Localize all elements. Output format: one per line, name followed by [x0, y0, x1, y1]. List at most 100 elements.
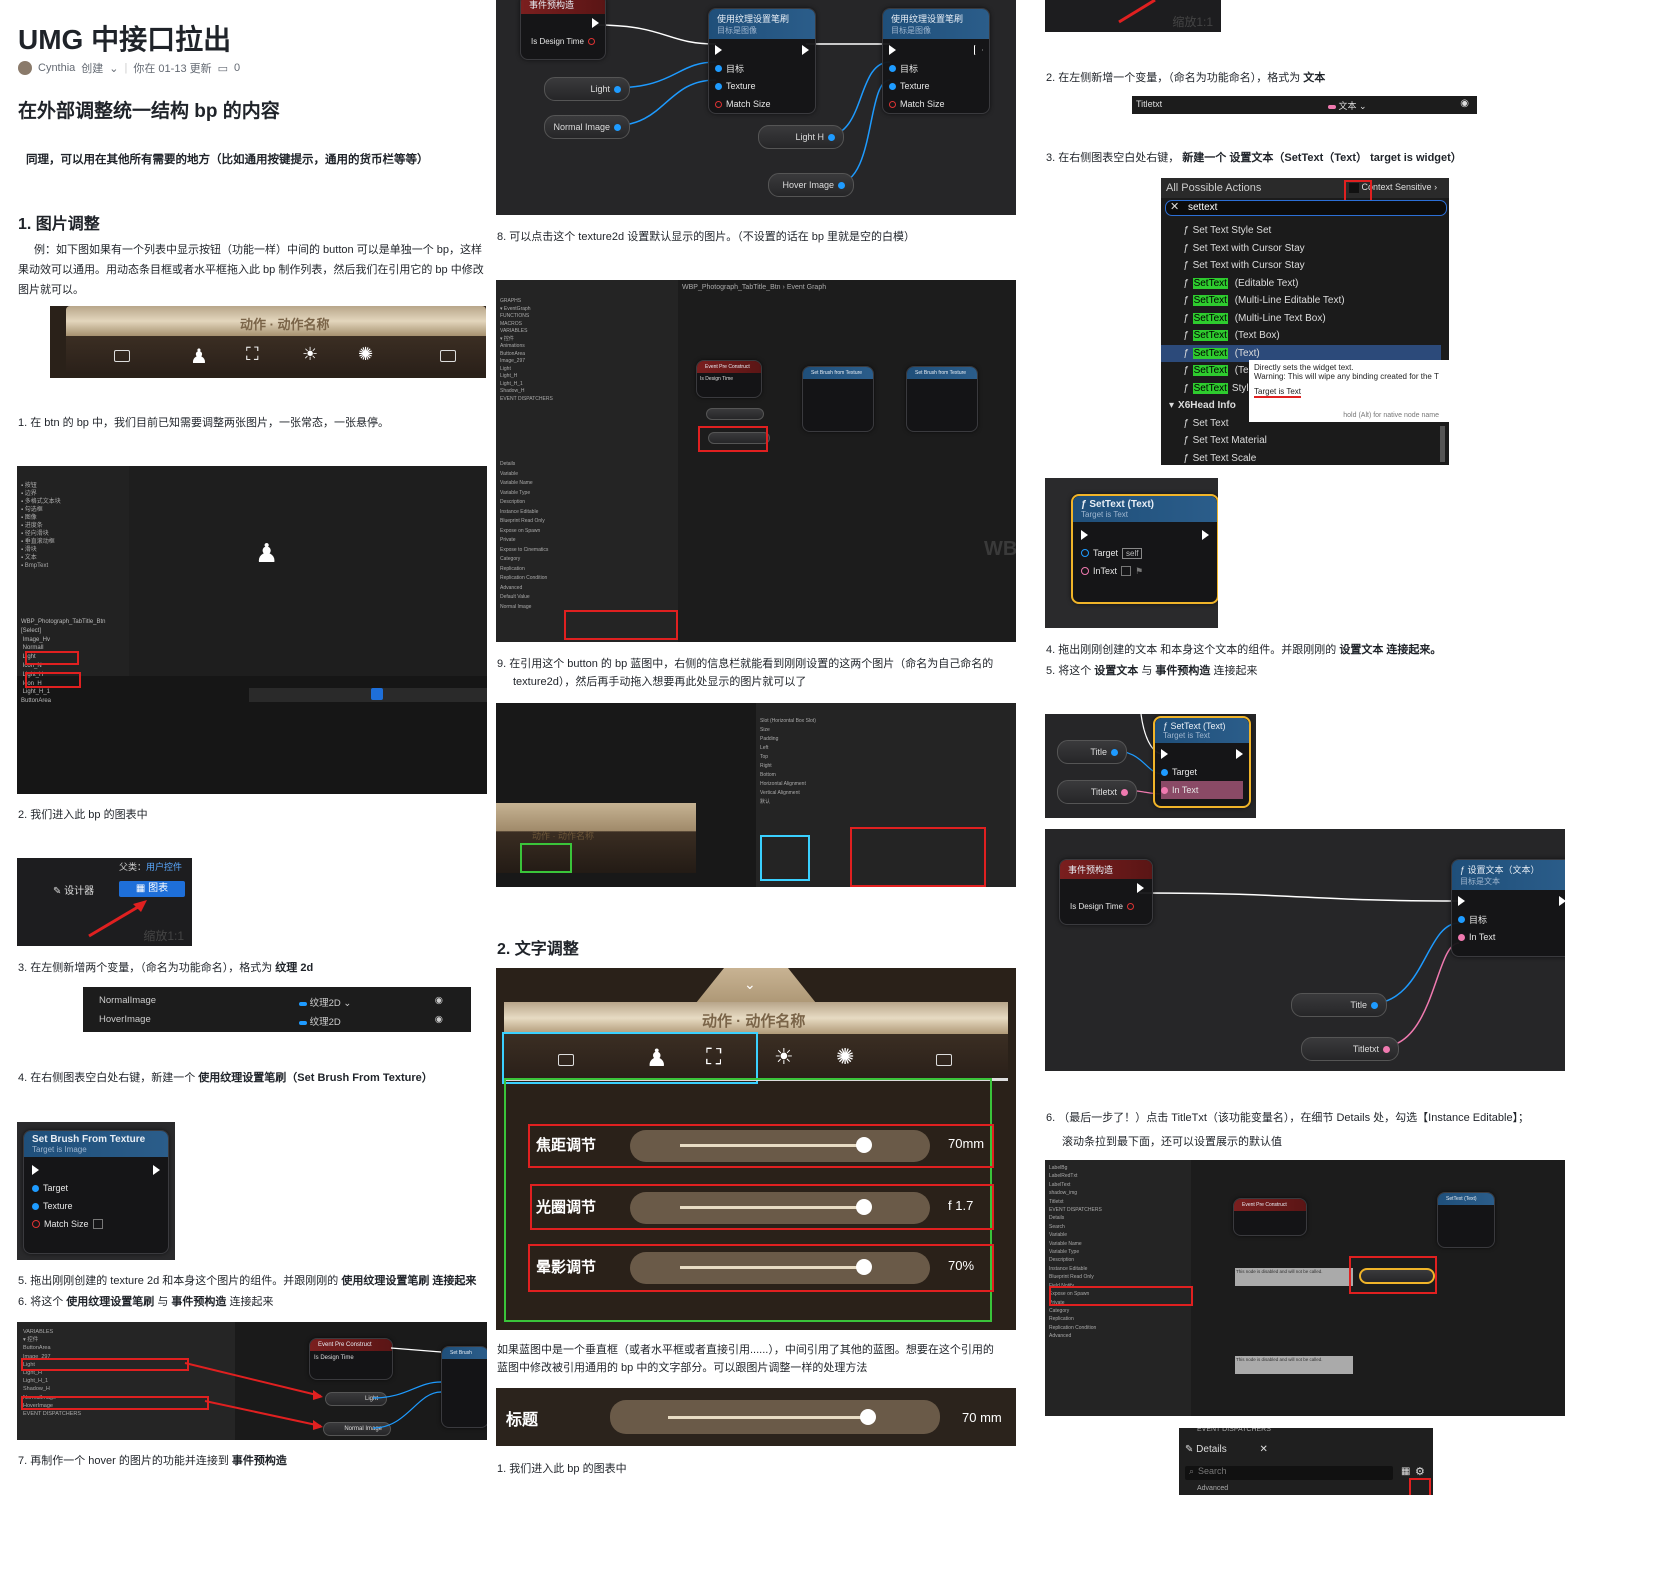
s1-step7: 7. 再制作一个 hover 的图片的功能并连接到 事件预构造: [18, 1455, 287, 1467]
tab-graph[interactable]: ▦ 图表: [119, 881, 185, 897]
title-settext-connect-screenshot: Title Titletxt ƒ SetText (Text) Target is…: [1045, 714, 1256, 818]
gear-icon[interactable]: ⚙: [1415, 1465, 1425, 1478]
use-texture-node-2[interactable]: 使用纹理设置笔刷 目标是图像 目标 Texture Match Size: [882, 8, 990, 114]
type-dropdown[interactable]: 文本 ⌄: [1328, 99, 1367, 112]
person-icon[interactable]: ♟: [190, 344, 208, 369]
light-icon[interactable]: ☀: [774, 1044, 794, 1070]
settext-node-small[interactable]: ƒ SetText (Text) Target is Text Target In…: [1153, 716, 1251, 808]
light-var-top[interactable]: Light: [544, 77, 630, 101]
eye-icon[interactable]: ◉: [1460, 98, 1469, 109]
zoom-label: 缩放1:1: [1172, 15, 1213, 29]
list-item[interactable]: ƒ SetText (Editable Text): [1161, 275, 1441, 293]
section2-heading: 2. 文字调整: [497, 941, 579, 958]
event-pre-construct-mini-2[interactable]: Event Pre Construct: [1233, 1198, 1307, 1236]
parent-label: 父类：: [118, 862, 146, 872]
list-item[interactable]: ƒ Set Text Scale: [1161, 450, 1441, 466]
graph-tab-crop-screenshot: 缩放1:1: [1045, 0, 1221, 32]
highlight-normal-image-node: [698, 426, 768, 452]
person-icon[interactable]: ♟: [646, 1044, 668, 1073]
set-brush-node[interactable]: Set Brush From Texture Target is Image Ta…: [23, 1130, 169, 1254]
use-texture-node-1[interactable]: 使用纹理设置笔刷 目标是图像 目标 Texture Match Size: [708, 8, 816, 114]
titletxt-var-node[interactable]: Titletxt: [1057, 780, 1137, 804]
event-pre-construct-mini[interactable]: Event Pre Construct Is Design Time: [696, 360, 762, 398]
title-value: 70 mm: [962, 1410, 1002, 1425]
list-item[interactable]: ƒ SetText (Text Box): [1161, 327, 1441, 345]
event-preconstruct-node-right[interactable]: 事件预构造 Is Design Time: [1059, 859, 1153, 925]
s1-step2: 2. 我们进入此 bp 的图表中: [18, 809, 148, 821]
highlight-light-h: [25, 672, 81, 688]
details-tab[interactable]: ✎ Details ✕: [1185, 1444, 1268, 1455]
set-brush-mini-1[interactable]: Set Brush from Texture: [802, 366, 874, 432]
light-h-var-top[interactable]: Light H: [758, 125, 844, 149]
settext-node-screenshot: ƒ SetText (Text) Target is Text Target sel…: [1045, 478, 1218, 628]
eye-icon[interactable]: ◉: [435, 995, 443, 1006]
author-name[interactable]: Cynthia: [38, 62, 75, 74]
light-var-mini[interactable]: [706, 408, 764, 420]
title-var-node-large[interactable]: Title: [1291, 993, 1387, 1017]
blueprint-graph-top: 事件预构造 Is Design Time 使用纹理设置笔刷 目标是图像 目标 Te…: [496, 0, 1016, 215]
s1-step3: 3. 在左侧新增两个变量，（命名为功能命名），格式为 纹理 2d: [18, 962, 314, 974]
chevron-down-icon[interactable]: ⌄: [744, 976, 756, 993]
aperture-icon[interactable]: ✺: [836, 1044, 854, 1070]
tab-designer[interactable]: ✎ 设计器: [53, 882, 94, 897]
s1-step6: 6. 将这个 使用纹理设置笔刷 与 事件预构造 连接起来: [18, 1296, 274, 1308]
slider-panel-screenshot: ⌄ 动作 · 动作名称 ♟ ⛶ ☀ ✺ 焦距调节 70mm 光圈调节 f 1.7…: [496, 968, 1016, 1330]
avatar[interactable]: [18, 61, 32, 75]
highlight-texture-slots: [850, 827, 986, 887]
var-row-normal[interactable]: NormalImage 纹理2D ⌄ ◉: [83, 995, 471, 1011]
game-bar-image: 动作 · 动作名称 ♟ ⛶ ☀ ✺: [50, 306, 486, 378]
key-hint-icon-right: [440, 350, 456, 362]
grid-icon[interactable]: ▦: [1401, 1466, 1410, 1477]
set-brush-mini-2[interactable]: Set Brush from Texture: [906, 366, 978, 432]
event-preconstruct-node-top[interactable]: 事件预构造 Is Design Time: [520, 0, 606, 60]
instance-editable-screenshot: LabelBg LabelRedTxt LabelText shadow_img Tit…: [1045, 1160, 1565, 1416]
section1-heading: 1. 图片调整: [18, 216, 100, 233]
subtitle-heading: 在外部调整统一结构 bp 的内容: [18, 101, 280, 122]
s2-step6: 6. （最后一步了！）点击 TitleTxt（该功能变量名），在细节 Detai…: [1046, 1112, 1530, 1148]
var-row-hover[interactable]: HoverImage 纹理2D ◉: [83, 1014, 471, 1030]
all-actions-title: All Possible Actions: [1166, 182, 1262, 194]
settext-node[interactable]: ƒ SetText (Text) Target is Text Target sel…: [1071, 494, 1218, 604]
list-item[interactable]: ƒ Set Text Style Set: [1161, 222, 1441, 240]
eye-icon[interactable]: ◉: [435, 1014, 443, 1025]
tooltip: Directly sets the widget text. Warning: …: [1249, 360, 1449, 422]
game-title-small: 动作 · 动作名称: [532, 831, 594, 841]
key-hint-icon: [558, 1054, 574, 1066]
section1-para: 例：如下图如果有一个列表中显示按钮（功能一样）中间的 button 可以是单独一…: [18, 244, 484, 296]
parent-value[interactable]: 用户控件: [146, 862, 182, 872]
settext-mini[interactable]: SetText (Text): [1437, 1192, 1495, 1248]
zoom-label: 缩放1:1: [143, 929, 184, 943]
comment-count[interactable]: 0: [234, 62, 240, 74]
key-hint-icon: [114, 350, 130, 362]
preconstruct-settext-screenshot: 事件预构造 Is Design Time ƒ 设置文本（文本） 目标是文本 目标 …: [1045, 829, 1565, 1071]
focus-icon[interactable]: ⛶: [246, 344, 259, 365]
highlight-icon-slot: [520, 843, 572, 873]
game-title-large: 动作 · 动作名称: [702, 1013, 806, 1030]
all-actions-menu-screenshot: All Possible Actions Context Sensitive ›…: [1161, 178, 1449, 465]
list-item[interactable]: ƒ Set Text with Cursor Stay: [1161, 257, 1441, 275]
comment-icon[interactable]: ▭: [218, 62, 228, 75]
settext-node-cn[interactable]: ƒ 设置文本（文本） 目标是文本 目标 In Text: [1451, 859, 1565, 957]
aperture-icon[interactable]: ✺: [358, 344, 373, 365]
list-item[interactable]: ƒ Set Text Material: [1161, 432, 1441, 450]
hover-image-var-top[interactable]: Hover Image: [768, 173, 854, 197]
chevron-down-icon[interactable]: ⌄: [109, 62, 118, 75]
title-label: 标题: [506, 1412, 539, 1429]
focus-icon[interactable]: ⛶: [706, 1044, 721, 1070]
titletxt-var-node-large[interactable]: Titletxt: [1301, 1037, 1399, 1061]
list-item[interactable]: ƒ SetText (Multi-Line Editable Text): [1161, 292, 1441, 310]
details-search-input[interactable]: ⌕ Search: [1185, 1466, 1393, 1480]
s1-step8: 8. 可以点击这个 texture2d 设置默认显示的图片。（不设置的话在 bp…: [497, 231, 916, 243]
meta-row: Cynthia 创建 ⌄ | 你在 01-13 更新 ▭ 0: [18, 60, 240, 76]
slider-thumb[interactable]: [860, 1409, 876, 1425]
s2-para: 如果蓝图中是一个垂直框（或者水平框或者直接引用......），中间引用了其他的蓝…: [497, 1344, 994, 1374]
actions-search-input[interactable]: ✕ settext: [1165, 200, 1447, 216]
normal-image-var-top[interactable]: Normal Image: [544, 115, 630, 139]
close-icon[interactable]: ✕: [1170, 200, 1179, 213]
light-icon[interactable]: ☀: [302, 344, 318, 365]
title-var-node[interactable]: Title: [1057, 740, 1127, 764]
list-item[interactable]: ƒ SetText (Multi-Line Text Box): [1161, 310, 1441, 328]
list-item[interactable]: ƒ Set Text with Cursor Stay: [1161, 240, 1441, 258]
s1-step9: 9. 在引用这个 button 的 bp 蓝图中，右侧的信息栏就能看到刚刚设置的…: [497, 658, 994, 688]
actions-list: ƒ Set Text Style Set ƒ Set Text with Curso…: [1161, 222, 1441, 465]
